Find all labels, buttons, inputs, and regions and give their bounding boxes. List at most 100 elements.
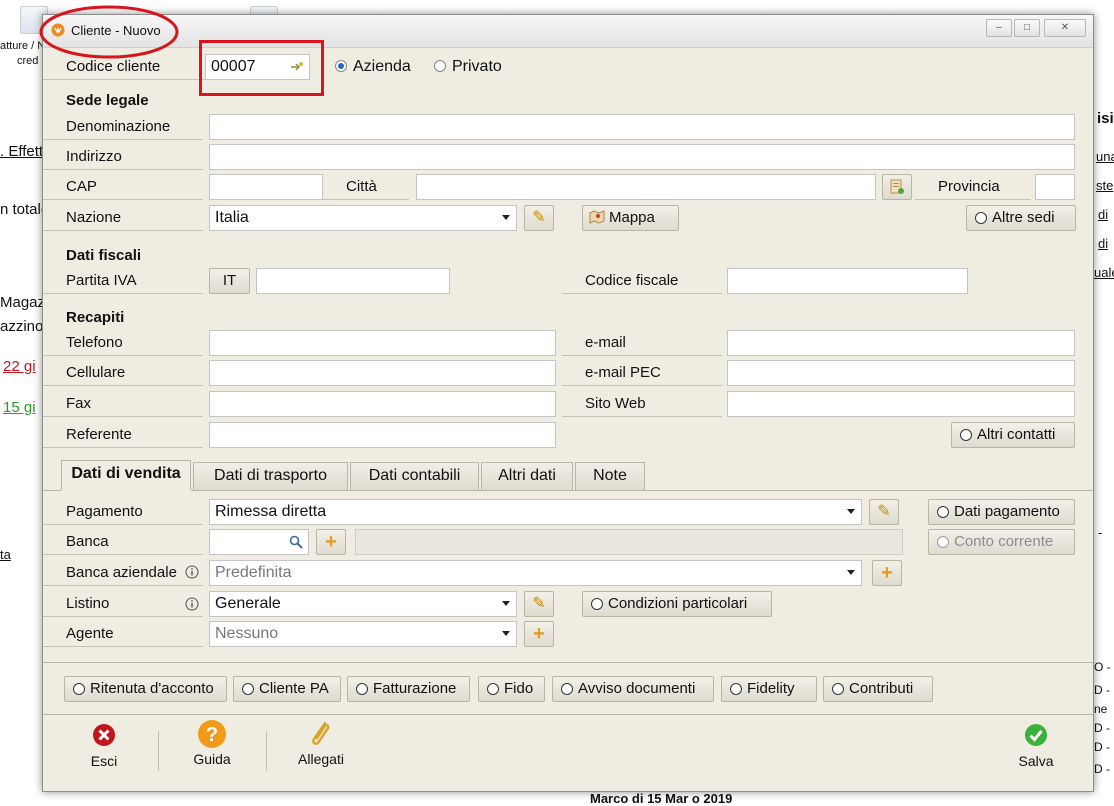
condizioni-particolari-button[interactable]: Condizioni particolari <box>582 591 772 617</box>
info-icon[interactable] <box>185 597 199 611</box>
cliente-pa-button[interactable]: Cliente PA <box>233 676 341 702</box>
nazione-edit-button[interactable]: ✎ <box>524 205 554 231</box>
codice-fiscale-field[interactable] <box>727 268 968 294</box>
cap-field[interactable] <box>209 174 323 200</box>
country-code-box[interactable]: IT <box>209 268 250 294</box>
background-right-frag[interactable]: uale <box>1094 265 1114 280</box>
indirizzo-field[interactable] <box>209 144 1075 170</box>
agente-label: Agente <box>43 621 203 647</box>
provincia-field[interactable] <box>1035 174 1075 200</box>
citta-lookup-button[interactable] <box>882 174 912 200</box>
search-icon[interactable] <box>289 535 303 549</box>
info-icon[interactable] <box>185 565 199 579</box>
chevron-down-icon <box>502 631 510 636</box>
tab-dati-di-trasporto[interactable]: Dati di trasporto <box>193 462 348 490</box>
section-divider <box>43 662 1093 663</box>
banca-search-field[interactable] <box>209 529 309 555</box>
agente-add-button[interactable]: + <box>524 621 554 647</box>
chevron-down-icon <box>847 509 855 514</box>
cellulare-field[interactable] <box>209 360 556 386</box>
citta-field[interactable] <box>416 174 876 200</box>
azienda-radio-label: Azienda <box>353 58 411 75</box>
cliente-pa-label: Cliente PA <box>259 680 329 697</box>
footer-divider <box>43 714 1093 715</box>
azienda-radio[interactable]: Azienda <box>335 57 411 77</box>
salva-label: Salva <box>1018 753 1054 769</box>
pencil-icon: ✎ <box>532 595 546 612</box>
guida-button[interactable]: ? Guida <box>187 720 237 767</box>
mappa-button[interactable]: Mappa <box>582 205 679 231</box>
fax-field[interactable] <box>209 391 556 417</box>
telefono-field[interactable] <box>209 330 556 356</box>
privato-radio[interactable]: Privato <box>434 57 502 77</box>
agente-select[interactable]: Nessuno <box>209 621 517 647</box>
background-right-frag: D - <box>1094 721 1110 735</box>
contributi-label: Contributi <box>849 680 914 697</box>
background-15-link[interactable]: 15 gi <box>3 399 36 416</box>
map-icon <box>589 210 605 224</box>
referente-field[interactable] <box>209 422 556 448</box>
sito-web-field[interactable] <box>727 391 1075 417</box>
option-circle-icon <box>242 683 254 695</box>
background-22-link[interactable]: 22 gi <box>3 358 36 375</box>
banca-add-button[interactable]: + <box>316 529 346 555</box>
chevron-down-icon <box>502 601 510 606</box>
option-circle-icon <box>487 683 499 695</box>
option-circle-icon <box>832 683 844 695</box>
fatturazione-button[interactable]: Fatturazione <box>347 676 470 702</box>
conto-corrente-button[interactable]: Conto corrente <box>928 529 1075 555</box>
fido-button[interactable]: Fido <box>478 676 545 702</box>
tab-note[interactable]: Note <box>575 462 645 490</box>
listino-edit-button[interactable]: ✎ <box>524 591 554 617</box>
background-right-frag[interactable]: di <box>1098 236 1108 251</box>
tab-dati-di-vendita[interactable]: Dati di vendita <box>61 460 191 490</box>
background-effetti-link[interactable]: . Effetti <box>0 143 46 160</box>
partita-iva-label: Partita IVA <box>43 268 203 294</box>
help-icon: ? <box>198 720 226 748</box>
email-pec-field[interactable] <box>727 360 1075 386</box>
dati-pagamento-button[interactable]: Dati pagamento <box>928 499 1075 525</box>
allegati-button[interactable]: Allegati <box>293 721 349 767</box>
pagamento-select[interactable]: Rimessa diretta <box>209 499 862 525</box>
annotation-ellipse <box>39 5 179 59</box>
condizioni-particolari-label: Condizioni particolari <box>608 595 748 612</box>
esci-button[interactable]: Esci <box>79 723 129 769</box>
background-right-frag[interactable]: una <box>1096 149 1114 164</box>
tab-altri-dati[interactable]: Altri dati <box>481 462 573 490</box>
listino-select[interactable]: Generale <box>209 591 517 617</box>
minimize-button[interactable]: – <box>986 19 1012 37</box>
altri-contatti-label: Altri contatti <box>977 426 1056 443</box>
avviso-documenti-button[interactable]: Avviso documenti <box>552 676 714 702</box>
denominazione-field[interactable] <box>209 114 1075 140</box>
banca-aziendale-label: Banca aziendale <box>43 560 203 586</box>
indirizzo-label: Indirizzo <box>43 144 203 170</box>
email-field[interactable] <box>727 330 1075 356</box>
background-right-frag[interactable]: ste <box>1096 178 1113 193</box>
salva-button[interactable]: Salva <box>1011 723 1061 769</box>
pencil-icon: ✎ <box>532 209 546 226</box>
banca-aziendale-select[interactable]: Predefinita <box>209 560 862 586</box>
contributi-button[interactable]: Contributi <box>823 676 933 702</box>
background-ta-link[interactable]: ta <box>0 547 11 562</box>
close-button[interactable]: ✕ <box>1044 19 1086 37</box>
altri-contatti-button[interactable]: Altri contatti <box>951 422 1075 448</box>
email-pec-label: e-mail PEC <box>562 360 722 386</box>
banca-aziendale-add-button[interactable]: + <box>872 560 902 586</box>
pagamento-edit-button[interactable]: ✎ <box>869 499 899 525</box>
tab-dati-contabili[interactable]: Dati contabili <box>350 462 479 490</box>
footer-separator <box>158 731 159 771</box>
fidelity-button[interactable]: Fidelity <box>721 676 817 702</box>
guida-label: Guida <box>193 751 231 767</box>
ritenuta-acconto-button[interactable]: Ritenuta d'acconto <box>64 676 227 702</box>
partita-iva-field[interactable] <box>256 268 450 294</box>
maximize-button[interactable]: □ <box>1014 19 1040 37</box>
paperclip-icon <box>312 721 330 745</box>
background-magaz-text: Magaz <box>0 294 46 311</box>
ritenuta-acconto-label: Ritenuta d'acconto <box>90 680 214 697</box>
referente-label: Referente <box>43 422 203 448</box>
tab-baseline <box>191 490 1093 491</box>
provincia-label: Provincia <box>915 174 1031 200</box>
background-right-frag[interactable]: di <box>1098 207 1108 222</box>
altre-sedi-button[interactable]: Altre sedi <box>966 205 1076 231</box>
nazione-select[interactable]: Italia <box>209 205 517 231</box>
